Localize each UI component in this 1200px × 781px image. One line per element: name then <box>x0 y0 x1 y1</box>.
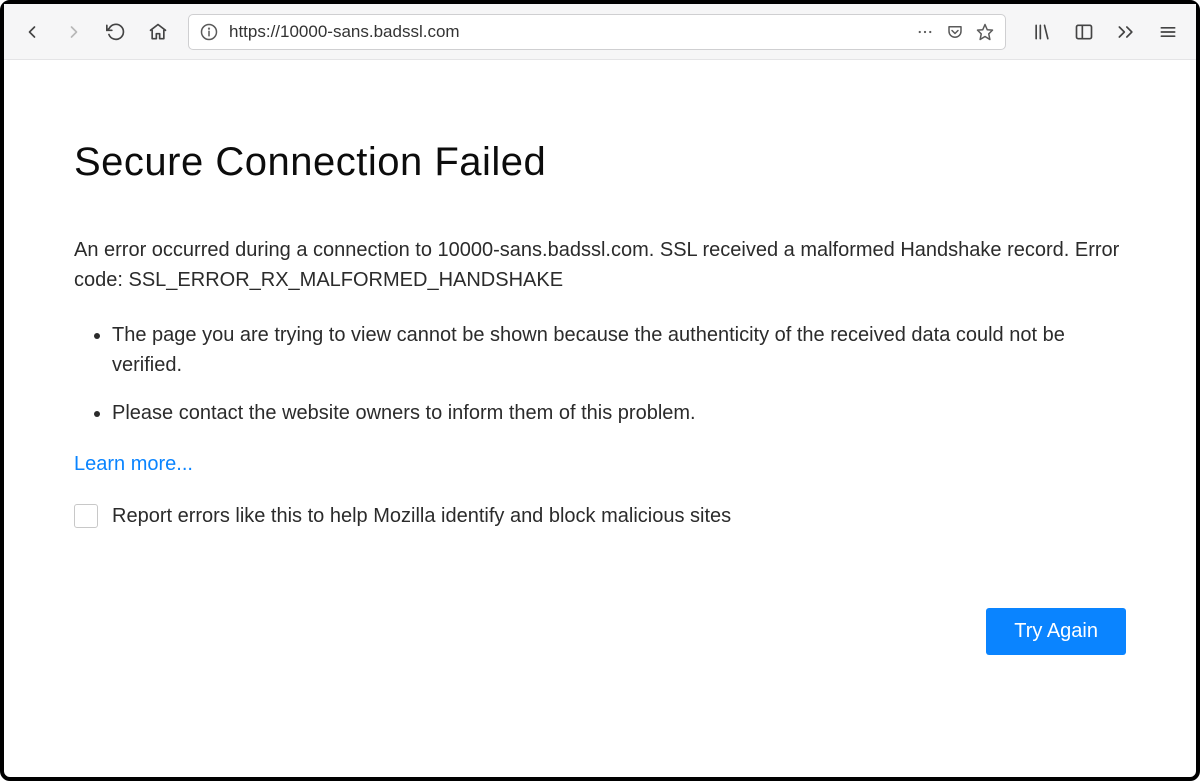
error-page: Secure Connection Failed An error occurr… <box>4 60 1196 777</box>
page-actions-icon[interactable] <box>915 22 935 42</box>
reload-button[interactable] <box>98 14 134 50</box>
error-reasons: The page you are trying to view cannot b… <box>74 320 1126 428</box>
try-again-button[interactable]: Try Again <box>986 608 1126 655</box>
back-button[interactable] <box>14 14 50 50</box>
url-bar[interactable]: https://10000-sans.badssl.com <box>188 14 1006 50</box>
browser-toolbar: https://10000-sans.badssl.com <box>4 4 1196 60</box>
list-item: Please contact the website owners to inf… <box>112 398 1126 428</box>
report-label: Report errors like this to help Mozilla … <box>112 505 731 528</box>
url-text: https://10000-sans.badssl.com <box>229 22 905 42</box>
report-row: Report errors like this to help Mozilla … <box>74 504 1126 528</box>
menu-icon[interactable] <box>1150 14 1186 50</box>
list-item: The page you are trying to view cannot b… <box>112 320 1126 380</box>
library-icon[interactable] <box>1024 14 1060 50</box>
forward-button[interactable] <box>56 14 92 50</box>
info-icon[interactable] <box>199 22 219 42</box>
error-title: Secure Connection Failed <box>74 140 1126 185</box>
overflow-icon[interactable] <box>1108 14 1144 50</box>
error-description: An error occurred during a connection to… <box>74 235 1126 295</box>
sidebar-icon[interactable] <box>1066 14 1102 50</box>
home-button[interactable] <box>140 14 176 50</box>
bookmark-star-icon[interactable] <box>975 22 995 42</box>
pocket-icon[interactable] <box>945 22 965 42</box>
report-checkbox[interactable] <box>74 504 98 528</box>
learn-more-link[interactable]: Learn more... <box>74 453 193 475</box>
